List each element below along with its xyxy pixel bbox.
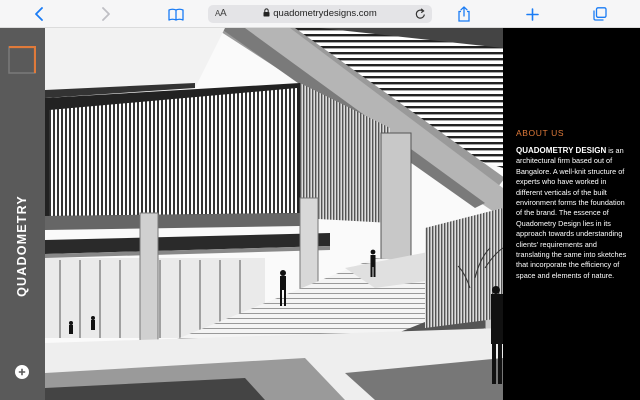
plus-icon [525, 7, 539, 21]
new-tab-button[interactable] [522, 4, 542, 24]
chevron-left-icon [35, 7, 43, 21]
about-panel: ABOUT US QUADOMETRY DESIGN is an archite… [503, 28, 640, 400]
address-bar[interactable]: AA quadometrydesigns.com [208, 5, 432, 23]
book-icon [168, 8, 184, 21]
hero-image [45, 28, 503, 400]
brand-name-vertical: QUADOMETRY [15, 195, 29, 297]
menu-expand-button[interactable] [15, 365, 29, 379]
about-title: ABOUT US [516, 128, 565, 138]
share-icon [458, 6, 470, 22]
browser-toolbar: AA quadometrydesigns.com [0, 0, 640, 28]
logo[interactable] [8, 45, 37, 74]
forward-button[interactable] [96, 4, 116, 24]
company-name: QUADOMETRY DESIGN [516, 146, 607, 155]
bookmarks-button[interactable] [166, 4, 186, 24]
plus-icon [18, 368, 26, 376]
tabs-button[interactable] [590, 4, 610, 24]
sidebar: QUADOMETRY [0, 28, 45, 400]
lock-icon [263, 8, 270, 17]
back-button[interactable] [29, 4, 49, 24]
chevron-right-icon [102, 7, 110, 21]
share-button[interactable] [454, 4, 474, 24]
about-description: QUADOMETRY DESIGN is an architectural fi… [516, 146, 632, 281]
architecture-rendering [45, 28, 503, 400]
about-body: is an architectural firm based out of Ba… [516, 146, 627, 280]
logo-mark-icon [8, 45, 37, 74]
reload-icon[interactable] [415, 8, 426, 20]
url-text: quadometrydesigns.com [208, 8, 432, 19]
tabs-icon [593, 7, 607, 21]
